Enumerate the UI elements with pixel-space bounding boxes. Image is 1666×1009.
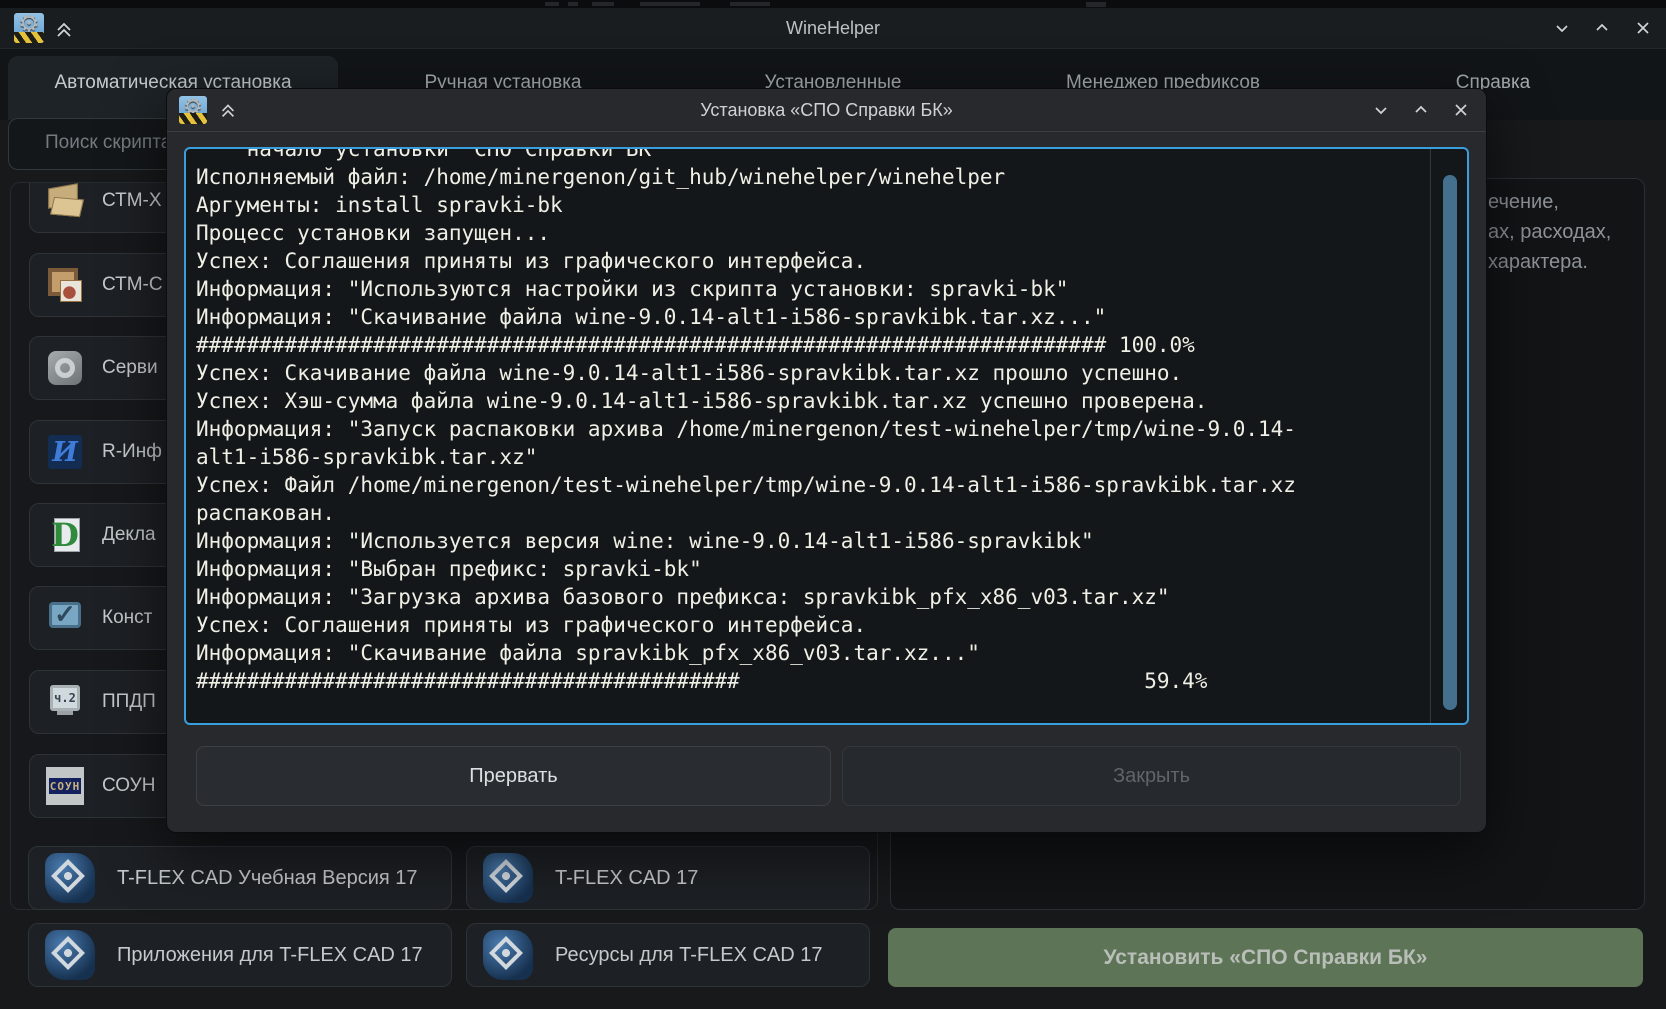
window-edge-fragment — [1086, 2, 1106, 7]
console-log-line: Успех: Соглашения приняты из графическог… — [196, 611, 1425, 639]
script-app-icon — [46, 516, 84, 554]
script-app-icon — [43, 851, 97, 905]
script-label: R-Инф — [102, 441, 162, 463]
script-label: СОУН — [102, 775, 155, 797]
dialog-titlebar: Установка «СПО Справки БК» — [167, 89, 1486, 132]
window-edge-fragment — [730, 2, 770, 6]
script-list-item[interactable]: Ресурсы для T-FLEX CAD 17 — [466, 923, 870, 987]
console-log-line: Информация: "Выбран префикс: spravki-bk" — [196, 555, 1425, 583]
script-app-icon — [481, 851, 535, 905]
install-button[interactable]: Установить «СПО Справки БК» — [888, 928, 1643, 987]
console-log-line: Исполняемый файл: /home/minergenon/git_h… — [196, 163, 1425, 191]
console-log-line: начало установки "СПО Справки БК" — [196, 147, 1425, 163]
background-window-edge — [0, 0, 1666, 8]
description-text-fragment: ечение, — [1488, 187, 1559, 217]
console-scrollbar-track — [1430, 149, 1431, 723]
maximize-button[interactable] — [1591, 17, 1613, 39]
script-app-icon — [46, 266, 84, 304]
console-log-line: Успех: Соглашения приняты из графическог… — [196, 247, 1425, 275]
close-dialog-button[interactable]: Закрыть — [842, 746, 1461, 806]
script-app-icon — [46, 433, 84, 471]
script-app-icon — [46, 683, 84, 721]
console-log-line: Успех: Файл /home/minergenon/test-winehe… — [196, 471, 1425, 499]
console-log-line: Информация: "Загрузка архива базового пр… — [196, 583, 1425, 611]
console-log-line: ########################################… — [196, 331, 1425, 359]
dialog-title: Установка «СПО Справки БК» — [167, 89, 1486, 131]
window-title: WineHelper — [0, 8, 1666, 48]
script-list-item[interactable]: Приложения для T-FLEX CAD 17 — [28, 923, 452, 987]
script-label: Ресурсы для T-FLEX CAD 17 — [555, 944, 823, 967]
minimize-button[interactable] — [1551, 17, 1573, 39]
console-log-text: начало установки "СПО Справки БК"Исполня… — [196, 147, 1425, 695]
script-label: ППДП — [102, 691, 156, 713]
console-scrollbar-thumb[interactable] — [1443, 175, 1457, 710]
description-text-fragment: характера. — [1488, 247, 1588, 277]
script-label: Конст — [102, 607, 152, 629]
console-log-line: Информация: "Скачивание файла wine-9.0.1… — [196, 303, 1425, 331]
script-label: Приложения для T-FLEX CAD 17 — [117, 944, 423, 967]
script-label: Декла — [102, 524, 156, 546]
script-app-icon — [46, 599, 84, 637]
script-app-icon — [46, 767, 84, 805]
close-button[interactable] — [1632, 17, 1654, 39]
window-edge-fragment — [568, 2, 578, 6]
script-app-icon — [43, 928, 97, 982]
script-list-item[interactable]: T-FLEX CAD 17 — [466, 846, 870, 910]
abort-button[interactable]: Прервать — [196, 746, 831, 806]
console-log-line: Успех: Хэш-сумма файла wine-9.0.14-alt1-… — [196, 387, 1425, 415]
dialog-maximize-button[interactable] — [1410, 99, 1432, 121]
dialog-minimize-button[interactable] — [1370, 99, 1392, 121]
script-label: СТМ-С — [102, 274, 163, 296]
console-log-line: ########################################… — [196, 667, 1425, 695]
desktop: WineHelper Автоматическая установкаРучна… — [0, 0, 1666, 1009]
window-edge-fragment — [545, 2, 559, 6]
window-edge-fragment — [640, 2, 700, 6]
script-app-icon — [46, 349, 84, 387]
script-label: T-FLEX CAD Учебная Версия 17 — [117, 867, 418, 890]
console-log-line: Процесс установки запущен... — [196, 219, 1425, 247]
console-log-line: Информация: "Скачивание файла spravkibk_… — [196, 639, 1425, 667]
console-log-line: Информация: "Запуск распаковки архива /h… — [196, 415, 1425, 443]
description-text-fragment: ах, расходах, — [1488, 217, 1611, 247]
script-app-icon — [46, 182, 84, 220]
window-edge-fragment — [592, 2, 614, 6]
console-log-line: распакован. — [196, 499, 1425, 527]
install-dialog: Установка «СПО Справки БК» начало устано… — [166, 88, 1487, 833]
script-list-item[interactable]: T-FLEX CAD Учебная Версия 17 — [28, 846, 452, 910]
console-log-line: alt1-i586-spravkibk.tar.xz" — [196, 443, 1425, 471]
script-label: Серви — [102, 357, 158, 379]
script-label: СТМ-Х — [102, 190, 162, 212]
install-log-console[interactable]: начало установки "СПО Справки БК"Исполня… — [184, 147, 1469, 725]
dialog-close-button[interactable] — [1450, 99, 1472, 121]
console-log-line: Аргументы: install spravki-bk — [196, 191, 1425, 219]
script-app-icon — [481, 928, 535, 982]
console-log-line: Информация: "Используется версия wine: w… — [196, 527, 1425, 555]
console-log-line: Информация: "Используются настройки из с… — [196, 275, 1425, 303]
console-log-line: Успех: Скачивание файла wine-9.0.14-alt1… — [196, 359, 1425, 387]
main-titlebar: WineHelper — [0, 8, 1666, 49]
script-label: T-FLEX CAD 17 — [555, 867, 698, 890]
